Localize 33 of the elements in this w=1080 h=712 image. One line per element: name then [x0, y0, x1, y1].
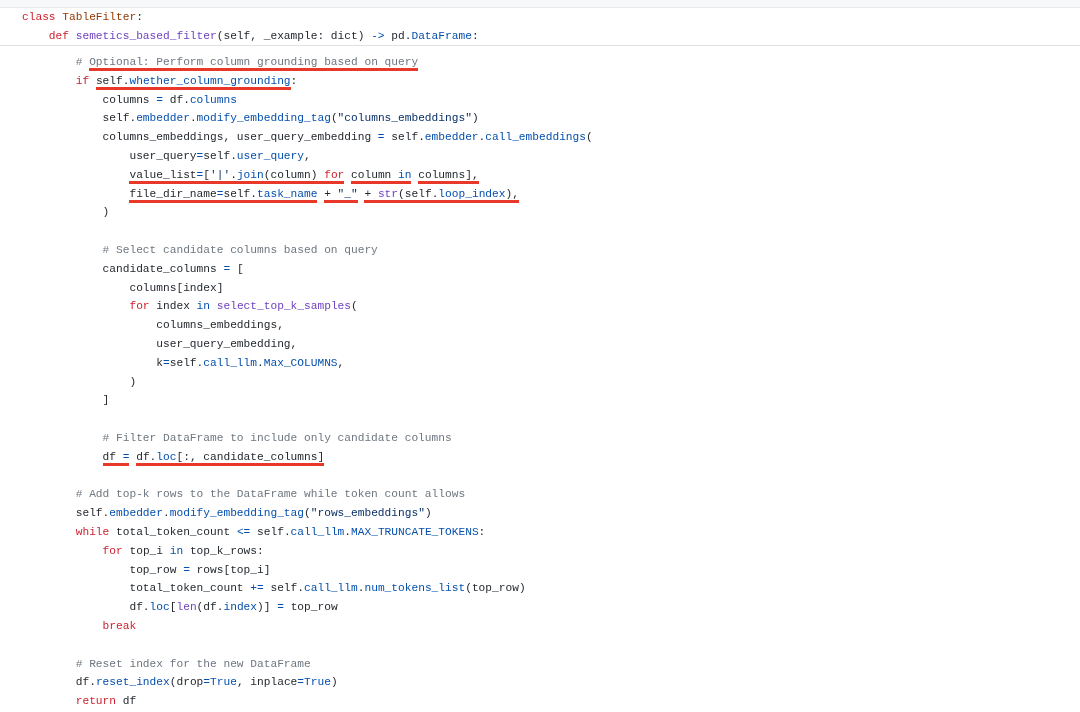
code-line: top_row = rows[top_i]	[128, 563, 271, 576]
code-line: columns_embeddings, user_query_embedding = self.embedder.call_embeddings(	[101, 131, 593, 144]
code-line: # Filter DataFrame to include only candidate columns	[101, 431, 452, 444]
code-line: df.loc[len(df.index)] = top_row	[128, 601, 338, 614]
code-line: k=self.call_llm.Max_COLUMNS,	[155, 356, 345, 369]
code-line: def semetics_based_filter(self, _example: dict) -> pd.DataFrame:	[47, 29, 479, 42]
code-line: columns[index]	[128, 281, 224, 294]
code-line: # Optional: Perform column grounding based on query	[22, 56, 419, 71]
code-line: columns_embeddings,	[155, 319, 284, 332]
code-line: # Select candidate columns based on query	[101, 243, 378, 256]
code-line: candidate_columns = [	[101, 262, 244, 275]
code-line: self.embedder.modify_embedding_tag("rows_embeddings")	[74, 507, 432, 520]
code-line: # Add top-k rows to the DataFrame while token count allows	[74, 488, 466, 501]
code-line: for top_i in top_k_rows:	[101, 544, 264, 557]
code-line: total_token_count += self.call_llm.num_tokens_list(top_row)	[128, 582, 526, 595]
code-line: return df	[74, 695, 137, 708]
code-line: user_query_embedding,	[155, 337, 298, 350]
code-line: columns = df.columns	[101, 93, 237, 106]
code-line: for index in select_top_k_samples(	[128, 300, 358, 313]
code-line: break	[101, 619, 137, 632]
code-line: while total_token_count <= self.call_llm.MAX_TRUNCATE_TOKENS:	[74, 525, 486, 538]
code-line: # Reset index for the new DataFrame	[74, 657, 311, 670]
code-line: value_list=['|'.join(column) for column in columns],	[22, 168, 479, 184]
code-line: )	[101, 206, 110, 219]
code-line: df.reset_index(drop=True, inplace=True)	[74, 676, 338, 689]
code-line: if self.whether_column_grounding:	[22, 74, 298, 90]
code-line: )	[128, 375, 137, 388]
code-line: class TableFilter:	[22, 10, 143, 23]
code-line: self.embedder.modify_embedding_tag("columns_embeddings")	[101, 112, 479, 125]
code-line: df = df.loc[:, candidate_columns]	[22, 450, 325, 466]
code-line: user_query=self.user_query,	[128, 150, 311, 162]
code-line: file_dir_name=self.task_name + "_" + str(self.loop_index),	[22, 187, 519, 203]
code-line: ]	[101, 394, 110, 407]
